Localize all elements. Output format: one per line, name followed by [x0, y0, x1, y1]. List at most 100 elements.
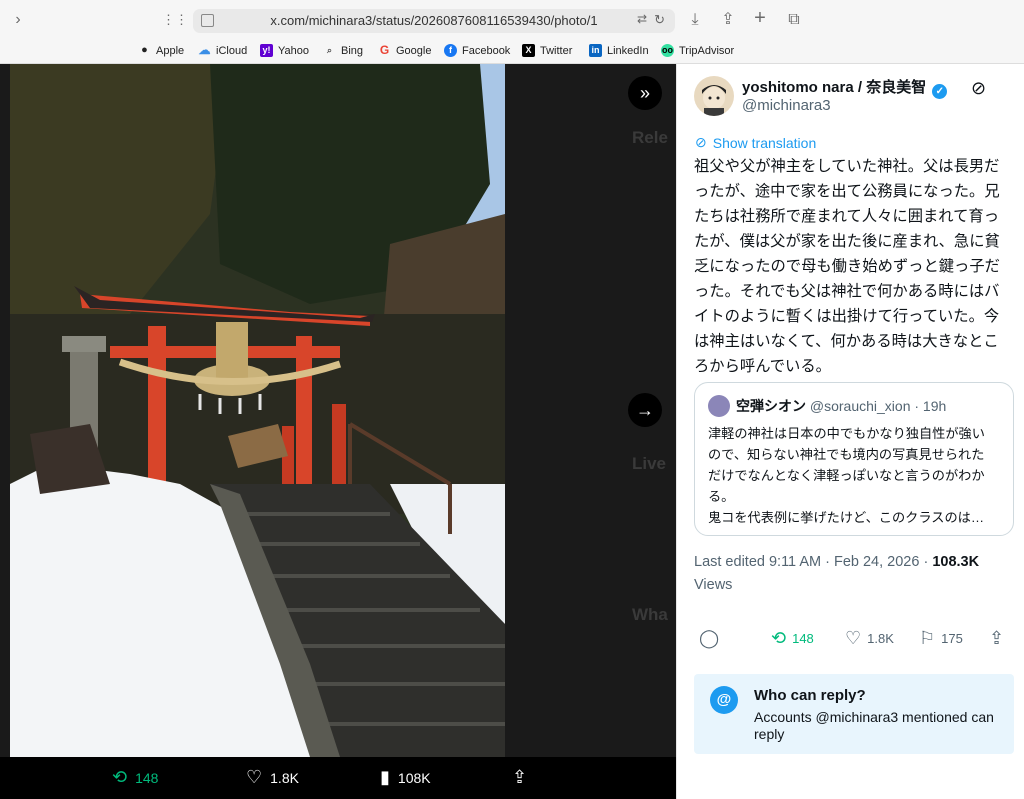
edited-label: Last edited 9:11 AM · Feb 24, 2026 · — [694, 554, 933, 570]
media-action-bar: ⟲ 148 ♡ 1.8K ▮ 108K ⇪ — [0, 757, 676, 799]
quoted-post[interactable]: 空弾シオン @sorauchi_xion · 19h 津軽の神社は日本の中でもか… — [694, 382, 1014, 536]
quote-author-meta: @sorauchi_xion · 19h — [809, 398, 947, 414]
share-button[interactable]: ⇪ — [989, 628, 1004, 649]
author-handle[interactable]: @michinara3 — [742, 97, 831, 114]
post-text-line: 祖父や父が神主をしていた神社。父は長男だ — [694, 158, 1000, 175]
reply-icon: ◯ — [699, 628, 720, 648]
bg-heading-live: Live — [632, 454, 667, 473]
shrine-photo[interactable] — [10, 64, 505, 757]
yahoo-icon: y! — [260, 44, 273, 57]
media-views-button[interactable]: ▮ 108K — [380, 767, 431, 788]
bookmark-label: Facebook — [462, 44, 511, 57]
reply-button[interactable]: ◯ — [699, 628, 719, 649]
views-label: Views — [694, 577, 733, 593]
quote-text-line: る。 — [708, 489, 735, 504]
bookmark-bing[interactable]: ⌕ Bing — [323, 44, 363, 57]
post-detail-pane: yoshitomo nara / 奈良美智 ✓ @michinara3 ⊘ ⊘ … — [676, 64, 1024, 799]
bookmark-tripadvisor[interactable]: oo TripAdvisor — [661, 44, 734, 57]
post-timestamp[interactable]: Last edited 9:11 AM · Feb 24, 2026 · 108… — [694, 554, 979, 570]
avatar[interactable] — [694, 76, 734, 116]
share-icon: ⇪ — [512, 767, 528, 787]
cloud-icon: ☁ — [198, 43, 211, 57]
heart-icon: ♡ — [246, 767, 263, 787]
post-text-line: 乏になったので母も働き始めずっと鍵っ子だ — [694, 258, 1000, 275]
avatar-image — [702, 85, 726, 116]
bar-chart-icon: ▮ — [380, 767, 390, 787]
media-share-button[interactable]: ⇪ — [512, 767, 527, 788]
post-actions: ◯ ⟲ 148 ♡ 1.8K ⚐ 175 ⇪ — [677, 624, 1024, 654]
x-icon: X — [522, 44, 535, 57]
reload-icon[interactable]: ↻ — [654, 12, 665, 28]
repost-icon: ⟲ — [771, 628, 787, 648]
show-translation-link[interactable]: ⊘ Show translation — [695, 134, 816, 151]
media-view-count: 108K — [397, 769, 431, 786]
google-icon: G — [379, 43, 390, 57]
who-can-reply-box: @ Who can reply? Accounts @michinara3 me… — [694, 674, 1014, 754]
bookmarks-bar: ● Apple ☁ iCloud y! Yahoo ⌕ Bing G Google f Fa… — [0, 40, 1024, 64]
post-text-line: は神主はいなくて、何かある時は大きなとこ — [694, 333, 999, 350]
bg-heading-relevant: Rele — [632, 128, 668, 147]
bookmark-facebook[interactable]: f Facebook — [444, 44, 510, 57]
quote-author: 空弾シオン @sorauchi_xion · 19h — [736, 396, 946, 416]
quote-text-line: ので、知らない神社でも境内の写真見せられた — [708, 447, 985, 462]
share-icon[interactable]: ⇪ — [718, 10, 738, 30]
chevron-right-icon[interactable]: › — [8, 10, 28, 30]
double-chevron-right-icon: » — [639, 83, 650, 103]
address-bar[interactable]: x.com/michinara3/status/2026087608116539… — [193, 9, 675, 33]
grok-icon[interactable]: ⊘ — [971, 78, 986, 99]
bookmark-linkedin[interactable]: in LinkedIn — [589, 44, 649, 57]
facebook-icon: f — [444, 44, 457, 57]
show-translation-label: Show translation — [712, 134, 817, 151]
bookmark-icon: ⚐ — [919, 628, 936, 648]
tab-overview-icon[interactable]: ⋮⋮⋮ — [162, 10, 201, 30]
bookmark-icloud[interactable]: ☁ iCloud — [198, 43, 248, 57]
bookmark-label: Apple — [156, 44, 185, 57]
repost-button[interactable]: ⟲ 148 — [771, 628, 814, 649]
bg-heading-whats: Wha — [632, 605, 668, 624]
quote-text: 津軽の神社は日本の中でもかなり独自性が強い ので、知らない神社でも境内の写真見せ… — [708, 423, 1006, 528]
bookmark-yahoo[interactable]: y! Yahoo — [260, 44, 309, 57]
post-text: 祖父や父が神主をしていた神社。父は長男だ ったが、途中で家を出て公務員になった。… — [694, 154, 1016, 379]
quote-avatar — [708, 395, 730, 417]
quote-author-name: 空弾シオン — [736, 398, 806, 414]
who-can-reply-title: Who can reply? — [754, 687, 866, 704]
share-icon: ⇪ — [989, 628, 1005, 648]
quote-text-line: だけでなんとなく津軽っぽいなと言うのがわか — [708, 468, 985, 483]
media-like-count: 1.8K — [270, 769, 299, 786]
torii-gate-photo-image — [10, 64, 505, 757]
bookmark-count: 175 — [941, 631, 963, 646]
bookmark-label: Google — [396, 44, 432, 57]
views-count: 108.3K — [932, 554, 980, 570]
like-button[interactable]: ♡ 1.8K — [845, 628, 894, 649]
who-can-reply-text: Accounts @michinara3 mentioned can reply — [754, 709, 994, 742]
next-photo-button[interactable]: → — [628, 393, 662, 427]
download-icon[interactable]: ⤓ — [685, 10, 705, 30]
collapse-pane-button[interactable]: » — [628, 76, 662, 110]
new-tab-icon[interactable]: + — [750, 8, 770, 28]
url-text: x.com/michinara3/status/2026087608116539… — [270, 13, 598, 28]
media-viewer: Rele Live Wha » → ⟲ 148 ♡ 1.8K ▮ 108K ⇪ — [0, 64, 676, 799]
arrow-right-icon: → — [636, 400, 654, 420]
like-count: 1.8K — [867, 631, 894, 646]
translate-icon[interactable]: ⇄ — [637, 12, 647, 26]
bookmark-label: TripAdvisor — [679, 44, 735, 57]
verified-badge-icon: ✓ — [932, 84, 948, 99]
author-name[interactable]: yoshitomo nara / 奈良美智 ✓ — [742, 76, 948, 99]
media-like-button[interactable]: ♡ 1.8K — [246, 767, 299, 788]
media-repost-count: 148 — [135, 769, 159, 786]
bookmark-twitter[interactable]: X Twitter — [522, 44, 572, 57]
tabs-icon[interactable]: ⧉ — [784, 10, 804, 30]
heart-icon: ♡ — [845, 628, 862, 648]
bookmark-label: Twitter — [540, 44, 573, 57]
bookmark-label: iCloud — [216, 44, 248, 57]
search-icon: ⌕ — [326, 45, 333, 55]
media-repost-button[interactable]: ⟲ 148 — [112, 767, 158, 788]
bookmark-google[interactable]: G Google — [378, 43, 432, 57]
bookmark-button[interactable]: ⚐ 175 — [919, 628, 963, 649]
bookmark-apple[interactable]: ● Apple — [138, 44, 184, 57]
at-sign-icon: @ — [710, 686, 738, 714]
post-text-line: たが、僕は父が家を出た後に産まれ、急に貧 — [694, 233, 1000, 250]
post-text-line: ろから呼んでいる。 — [694, 358, 831, 375]
author-name-text: yoshitomo nara / 奈良美智 — [742, 79, 927, 96]
bookmark-label: Bing — [341, 44, 364, 57]
